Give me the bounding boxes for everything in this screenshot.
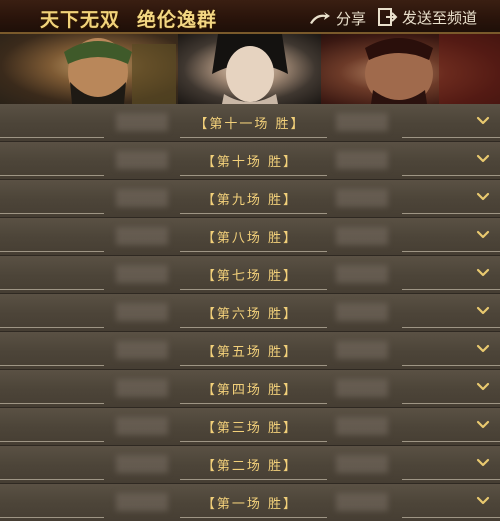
divider: [0, 327, 104, 328]
match-row[interactable]: 【第八场 胜】: [0, 218, 500, 256]
warrior-portrait-green-icon: [0, 34, 178, 104]
divider: [180, 289, 327, 290]
match-label: 【第一场 胜】: [201, 497, 299, 512]
match-list: 【第十一场 胜】 【第十场 胜】 【第九场 胜】 【第八场 胜】 【第七场 胜】…: [0, 104, 500, 521]
divider: [180, 441, 327, 442]
divider: [0, 365, 104, 366]
match-label: 【第十一场 胜】: [194, 117, 306, 132]
woman-portrait-icon: [178, 34, 321, 104]
divider: [402, 365, 500, 366]
chevron-down-icon[interactable]: [476, 458, 490, 468]
send-icon: [378, 8, 398, 26]
match-row[interactable]: 【第一场 胜】: [0, 484, 500, 521]
divider: [0, 251, 104, 252]
divider: [0, 289, 104, 290]
divider: [402, 289, 500, 290]
share-button[interactable]: 分享: [308, 7, 366, 29]
match-row[interactable]: 【第五场 胜】: [0, 332, 500, 370]
chevron-down-icon[interactable]: [476, 306, 490, 316]
divider: [180, 213, 327, 214]
divider: [402, 213, 500, 214]
divider: [0, 137, 104, 138]
divider: [180, 327, 327, 328]
divider: [180, 137, 327, 138]
chevron-down-icon[interactable]: [476, 192, 490, 202]
match-label: 【第五场 胜】: [201, 345, 299, 360]
divider: [402, 175, 500, 176]
warrior-portrait-red-icon: [321, 34, 500, 104]
header-bar: 天下无双 绝伦逸群 分享 发送至频道: [0, 0, 500, 34]
match-row[interactable]: 【第六场 胜】: [0, 294, 500, 332]
chevron-down-icon[interactable]: [476, 420, 490, 430]
match-row[interactable]: 【第二场 胜】: [0, 446, 500, 484]
chevron-down-icon[interactable]: [476, 344, 490, 354]
title-main: 天下无双: [40, 9, 121, 31]
divider: [402, 403, 500, 404]
divider: [180, 517, 327, 518]
divider: [180, 403, 327, 404]
divider: [0, 517, 104, 518]
divider: [0, 213, 104, 214]
divider: [402, 327, 500, 328]
divider: [180, 175, 327, 176]
divider: [0, 175, 104, 176]
divider: [0, 441, 104, 442]
divider: [180, 365, 327, 366]
match-label: 【第三场 胜】: [201, 421, 299, 436]
divider: [402, 137, 500, 138]
match-row[interactable]: 【第三场 胜】: [0, 408, 500, 446]
divider: [0, 403, 104, 404]
chevron-down-icon[interactable]: [476, 116, 490, 126]
divider: [0, 479, 104, 480]
divider: [402, 441, 500, 442]
match-row[interactable]: 【第十场 胜】: [0, 142, 500, 180]
send-to-channel-button[interactable]: 发送至频道: [378, 5, 477, 29]
match-label: 【第九场 胜】: [201, 193, 299, 208]
divider: [402, 251, 500, 252]
divider: [402, 517, 500, 518]
send-label: 发送至频道: [402, 8, 478, 27]
match-label: 【第八场 胜】: [201, 231, 299, 246]
match-row[interactable]: 【第十一场 胜】: [0, 104, 500, 142]
chevron-down-icon[interactable]: [476, 230, 490, 240]
chevron-down-icon[interactable]: [476, 382, 490, 392]
share-icon: [310, 12, 330, 24]
match-row[interactable]: 【第七场 胜】: [0, 256, 500, 294]
divider: [402, 479, 500, 480]
divider: [180, 479, 327, 480]
portrait-strip: [0, 34, 500, 104]
match-label: 【第十场 胜】: [201, 155, 299, 170]
match-label: 【第六场 胜】: [201, 307, 299, 322]
chevron-down-icon[interactable]: [476, 496, 490, 506]
match-row[interactable]: 【第九场 胜】: [0, 180, 500, 218]
title-sub: 绝伦逸群: [137, 9, 218, 31]
share-label: 分享: [336, 9, 367, 28]
match-row[interactable]: 【第四场 胜】: [0, 370, 500, 408]
chevron-down-icon[interactable]: [476, 154, 490, 164]
match-label: 【第二场 胜】: [201, 459, 299, 474]
match-label: 【第七场 胜】: [201, 269, 299, 284]
chevron-down-icon[interactable]: [476, 268, 490, 278]
match-label: 【第四场 胜】: [201, 383, 299, 398]
divider: [180, 251, 327, 252]
